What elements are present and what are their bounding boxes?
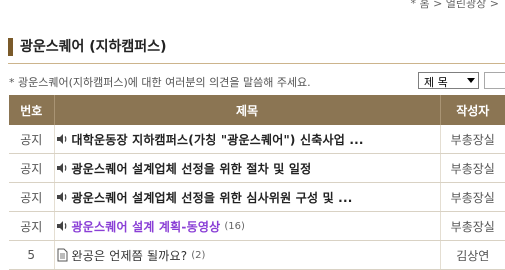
table-row[interactable]: 공지 대학운동장 지하캠퍼스(가칭 "광운스퀘어") 신축사업 ... 부총장실 — [9, 125, 505, 154]
comment-count: (16) — [224, 220, 245, 232]
post-title-link[interactable]: 광운스퀘어 설계업체 선정을 위한 심사위원 구성 및 ... — [72, 189, 353, 206]
chevron-down-icon[interactable] — [463, 73, 478, 88]
post-title-link[interactable]: 완공은 언제쯤 될까요? — [72, 247, 188, 264]
row-number: 공지 — [9, 153, 55, 183]
post-title-link[interactable]: 대학운동장 지하캠퍼스(가칭 "광운스퀘어") 신축사업 ... — [72, 131, 364, 148]
row-number: 5 — [9, 240, 55, 270]
search-field-value: 제 목 — [424, 76, 448, 89]
post-title-link[interactable]: 광운스퀘어 설계업체 선정을 위한 절차 및 일정 — [72, 160, 312, 177]
table-header-row: 번호 제목 작성자 — [9, 95, 505, 125]
row-number: 공지 — [9, 125, 55, 154]
comment-count: (2) — [191, 249, 206, 261]
row-author: 김상연 — [439, 240, 505, 270]
page-title: 광운스퀘어 (지하캠퍼스) — [20, 39, 167, 55]
search-field-select[interactable]: 제 목 — [418, 72, 479, 89]
row-subject[interactable]: 광운스퀘어 설계업체 선정을 위한 절차 및 일정 — [54, 153, 440, 183]
page-description: * 광운스퀘어(지하캠퍼스)에 대한 여러분의 의견을 말씀해 주세요. — [9, 76, 311, 89]
speaker-icon — [55, 161, 69, 175]
row-author: 부총장실 — [439, 182, 505, 212]
row-number: 공지 — [9, 211, 55, 241]
title-divider — [8, 63, 505, 64]
table-row[interactable]: 공지 광운스퀘어 설계업체 선정을 위한 절차 및 일정 부총장실 — [9, 153, 505, 183]
row-author: 부총장실 — [439, 125, 505, 154]
row-author: 부총장실 — [439, 211, 505, 241]
speaker-icon — [55, 190, 69, 204]
table-row[interactable]: 5 완공은 언제쯤 될까요? (2) 김상연 — [9, 240, 505, 270]
header-subject: 제목 — [54, 95, 441, 125]
row-number: 공지 — [9, 182, 55, 212]
board-table: 번호 제목 작성자 공지 대학운동장 지하캠퍼스(가칭 "광운스퀘어") 신축사업… — [9, 95, 505, 270]
document-icon — [55, 248, 69, 262]
speaker-icon — [55, 219, 69, 233]
row-subject[interactable]: 광운스퀘어 설계업체 선정을 위한 심사위원 구성 및 ... — [54, 182, 440, 212]
title-marker — [8, 38, 13, 56]
page-title-bar: 광운스퀘어 (지하캠퍼스) — [8, 36, 505, 64]
breadcrumb: * 홈 > 열린광장 > — [410, 0, 499, 10]
row-author: 부총장실 — [439, 153, 505, 183]
search-input[interactable] — [484, 72, 505, 89]
speaker-icon — [55, 132, 69, 146]
table-row[interactable]: 공지 광운스퀘어 설계 계획-동영상 (16) 부총장실 — [9, 211, 505, 241]
top-strip: * 홈 > 열린광장 > — [0, 0, 505, 11]
header-author: 작성자 — [440, 95, 505, 125]
row-subject[interactable]: 광운스퀘어 설계 계획-동영상 (16) — [54, 211, 440, 241]
post-title-link[interactable]: 광운스퀘어 설계 계획-동영상 — [72, 218, 221, 235]
row-subject[interactable]: 대학운동장 지하캠퍼스(가칭 "광운스퀘어") 신축사업 ... — [54, 125, 440, 154]
header-num: 번호 — [9, 95, 55, 125]
row-subject[interactable]: 완공은 언제쯤 될까요? (2) — [54, 240, 440, 270]
table-row[interactable]: 공지 광운스퀘어 설계업체 선정을 위한 심사위원 구성 및 ... 부총장실 — [9, 182, 505, 212]
